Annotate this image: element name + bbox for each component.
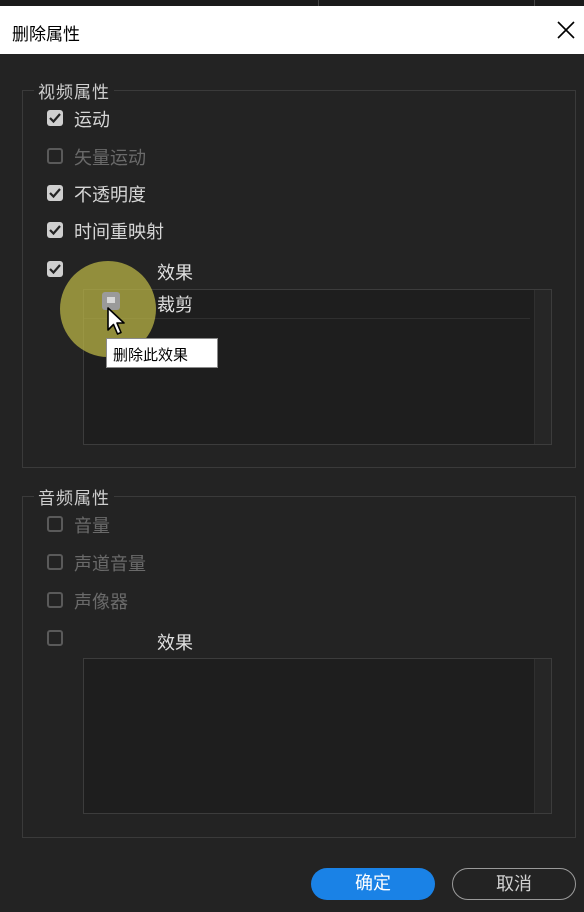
cancel-button[interactable]: 取消 bbox=[452, 868, 576, 900]
ok-button[interactable]: 确定 bbox=[311, 868, 435, 900]
checkbox-unchecked-icon[interactable] bbox=[47, 148, 63, 164]
video-effects-label: 效果 bbox=[157, 263, 193, 284]
checkbox-label: 不透明度 bbox=[74, 185, 146, 206]
mouse-pointer-icon bbox=[107, 307, 125, 335]
checkbox-unchecked-icon[interactable] bbox=[47, 516, 63, 532]
checkbox-checked-icon[interactable] bbox=[47, 110, 63, 126]
effect-crop-label: 裁剪 bbox=[157, 295, 193, 316]
scrollbar[interactable] bbox=[534, 290, 551, 444]
tooltip: 删除此效果 bbox=[106, 338, 218, 368]
checkbox-label: 声像器 bbox=[74, 592, 128, 613]
checkbox-label: 声道音量 bbox=[74, 554, 146, 575]
dialog-titlebar: 删除属性 bbox=[0, 6, 584, 54]
checkbox-checked-icon[interactable] bbox=[47, 185, 63, 201]
checkbox-checked-icon[interactable] bbox=[47, 222, 63, 238]
checkbox-unchecked-icon[interactable] bbox=[47, 630, 63, 646]
scrollbar[interactable] bbox=[534, 659, 551, 813]
checkbox-checked-icon[interactable] bbox=[47, 261, 63, 277]
video-group-title: 视频属性 bbox=[34, 78, 114, 103]
checkbox-label: 矢量运动 bbox=[74, 148, 146, 169]
dialog-title: 删除属性 bbox=[12, 25, 80, 45]
audio-group-title: 音频属性 bbox=[34, 484, 114, 509]
audio-effects-label: 效果 bbox=[157, 633, 193, 654]
close-icon[interactable] bbox=[554, 18, 578, 42]
checkbox-unchecked-icon[interactable] bbox=[47, 592, 63, 608]
checkbox-label: 时间重映射 bbox=[74, 222, 164, 243]
checkbox-unchecked-icon[interactable] bbox=[47, 554, 63, 570]
checkbox-label: 音量 bbox=[74, 516, 110, 537]
tooltip-text: 删除此效果 bbox=[113, 347, 189, 364]
audio-effects-list bbox=[83, 658, 552, 814]
checkbox-label: 运动 bbox=[74, 110, 110, 131]
